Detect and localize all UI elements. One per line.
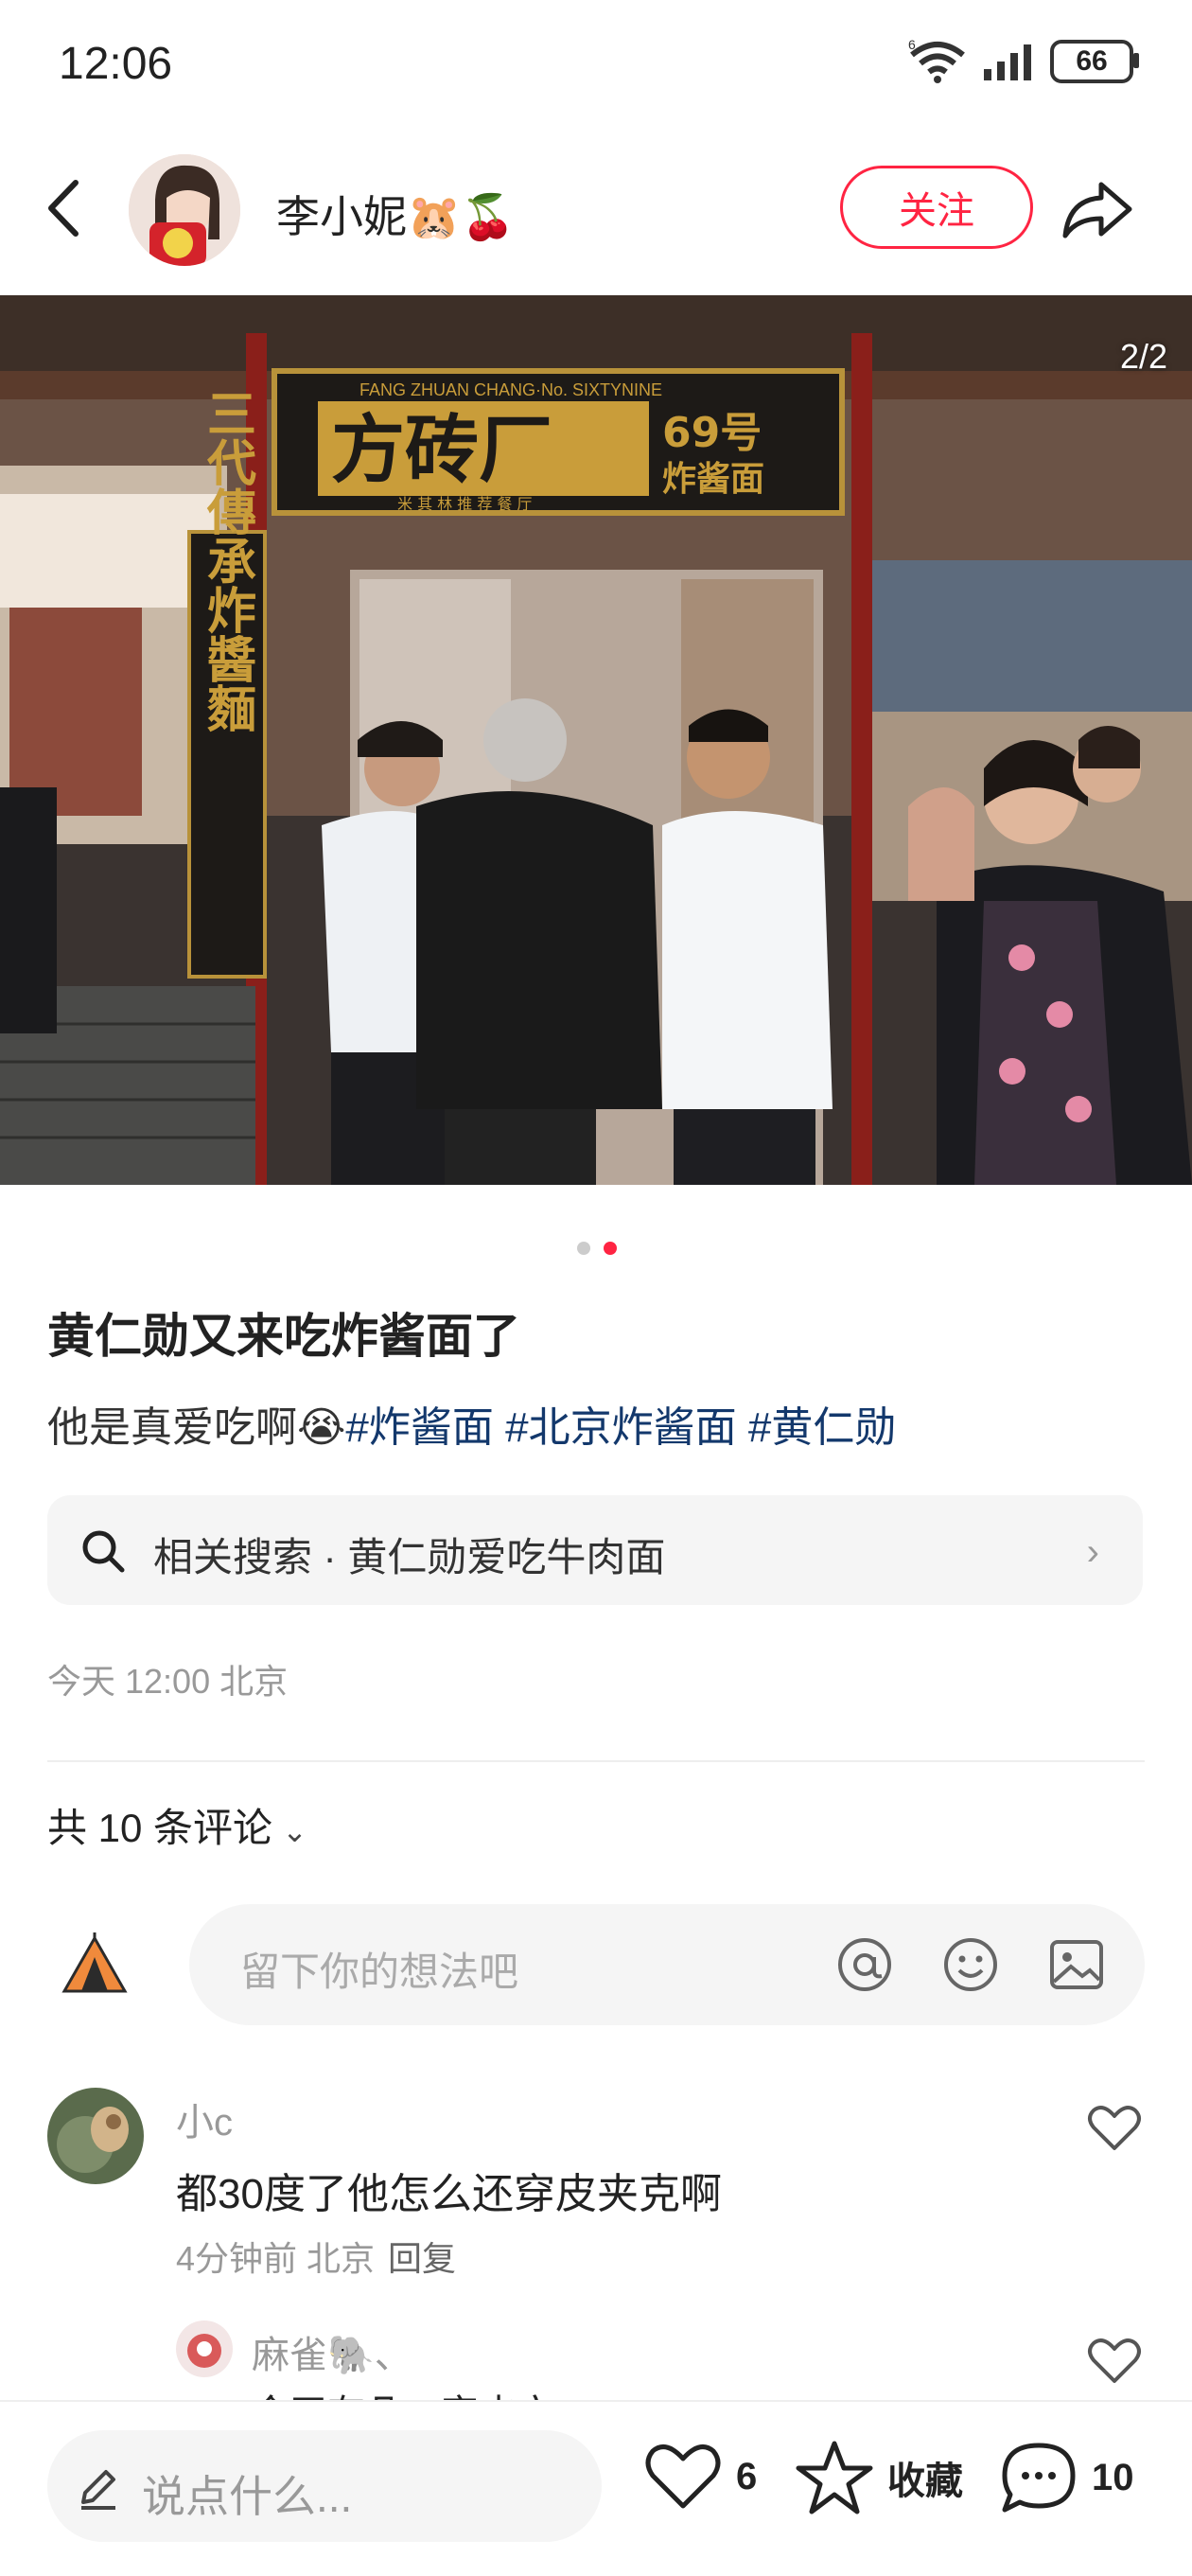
comment-time-location: 4分钟前 北京	[176, 2239, 376, 2278]
comment-input-placeholder: 留下你的想法吧	[240, 1950, 519, 1994]
storefront-scene: 方砖厂 69号 炸酱面 FANG ZHUAN CHANG·No. SIXTYNI…	[0, 295, 1192, 1185]
sign-number: 69号	[662, 409, 762, 457]
heart-icon	[645, 2444, 721, 2509]
my-avatar-icon[interactable]	[59, 1929, 131, 2001]
svg-text:6: 6	[908, 40, 916, 52]
post-desc-text: 他是真爱吃啊😭	[47, 1404, 346, 1451]
comment-count-label: 共 10 条评论	[47, 1806, 273, 1850]
status-time: 12:06	[59, 39, 173, 89]
comment-count-toggle[interactable]: 共 10 条评论 ⌄	[47, 1796, 307, 1854]
pillar-sign-text: 三代傳承炸醬麵	[199, 388, 257, 732]
hashtag-link[interactable]: #黄仁勋	[748, 1404, 896, 1451]
comment-text: 都30度了他怎么还穿皮夹克啊	[176, 2171, 722, 2217]
related-search-text: 相关搜索 · 黄仁勋爱吃牛肉面	[153, 1535, 666, 1579]
bottom-action-bar: 说点什么... 6 收藏 10	[0, 2400, 1192, 2576]
say-something-placeholder: 说点什么...	[142, 2472, 353, 2521]
emoji-icon[interactable]	[938, 1932, 1003, 1997]
collect-action[interactable]: 收藏	[795, 2440, 963, 2515]
reply-button[interactable]: 回复	[388, 2239, 456, 2278]
image-icon[interactable]	[1044, 1932, 1109, 1997]
post-meta: 今天 12:00 北京	[47, 1662, 289, 1701]
say-something-input[interactable]: 说点什么...	[47, 2430, 602, 2542]
post-title: 黄仁勋又来吃炸酱面了	[47, 1310, 520, 1363]
post-description: 他是真爱吃啊😭#炸酱面 #北京炸酱面 #黄仁勋	[47, 1393, 896, 1454]
commenter-avatar[interactable]	[47, 2088, 144, 2184]
divider	[47, 1760, 1145, 1762]
status-icons: 6 66	[908, 40, 1139, 83]
like-action[interactable]: 6	[643, 2440, 757, 2514]
comment-input-field[interactable]: 留下你的想法吧	[189, 1904, 1145, 2025]
search-icon	[82, 1530, 125, 1573]
status-bar: 12:06 6 66	[0, 0, 1192, 132]
like-heart-icon[interactable]	[1086, 2334, 1143, 2387]
share-icon[interactable]	[1060, 175, 1135, 241]
chevron-down-icon: ⌄	[282, 1814, 307, 1848]
wifi-icon: 6	[908, 40, 965, 83]
star-icon	[796, 2441, 873, 2514]
photo-counter: 2/2	[1119, 337, 1167, 376]
sign-sub-text: 炸酱面	[662, 460, 764, 499]
post-photo[interactable]: 方砖厂 69号 炸酱面 FANG ZHUAN CHANG·No. SIXTYNI…	[0, 295, 1192, 1185]
author-name[interactable]: 李小妮🐹🍒	[276, 183, 516, 245]
comment-count: 10	[1092, 2456, 1134, 2498]
comment-action[interactable]: 10	[999, 2440, 1134, 2515]
hashtag-link[interactable]: #北京炸酱面	[505, 1404, 736, 1451]
mention-icon[interactable]	[833, 1932, 897, 1997]
pen-icon	[81, 2470, 115, 2510]
carousel-dot-active[interactable]	[604, 1242, 617, 1255]
carousel-dot[interactable]	[577, 1242, 590, 1255]
sign-bottom-text: 米 其 林 推 荐 餐 厅	[397, 495, 533, 513]
signal-icon	[984, 44, 1031, 80]
comment-bubble-icon	[1002, 2443, 1076, 2513]
post-header: 李小妮🐹🍒 关注	[0, 147, 1192, 270]
reply-commenter-name[interactable]: 麻雀🐘、	[252, 2324, 412, 2379]
chevron-right-icon: ›	[1086, 1531, 1099, 1573]
commenter-name[interactable]: 小c	[176, 2091, 233, 2146]
author-avatar[interactable]	[129, 154, 240, 266]
collect-label: 收藏	[887, 2461, 963, 2502]
follow-button[interactable]: 关注	[840, 166, 1033, 249]
related-search-bar[interactable]: 相关搜索 · 黄仁勋爱吃牛肉面 ›	[47, 1495, 1143, 1605]
reply-commenter-avatar[interactable]	[176, 2320, 233, 2377]
comment-meta: 4分钟前 北京 回复	[176, 2232, 456, 2281]
like-count: 6	[736, 2455, 758, 2497]
like-heart-icon[interactable]	[1086, 2101, 1143, 2154]
hashtag-link[interactable]: #炸酱面	[345, 1404, 493, 1451]
battery-indicator: 66	[1050, 40, 1139, 83]
carousel-dots	[577, 1242, 617, 1255]
sign-english-text: FANG ZHUAN CHANG·No. SIXTYNINE	[359, 380, 662, 399]
sign-main-text: 方砖厂	[331, 407, 552, 493]
back-arrow-icon[interactable]	[38, 175, 95, 241]
